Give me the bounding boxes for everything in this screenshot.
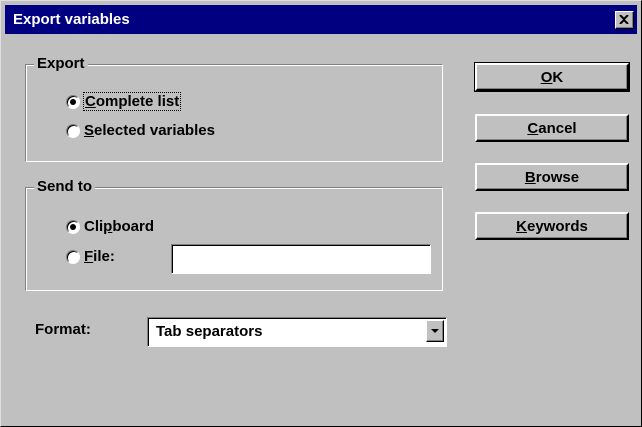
send-to-group: Send to Clipboard File: [25, 178, 443, 291]
radio-clipboard-label: Clipboard [84, 218, 155, 235]
close-x-icon [619, 15, 629, 24]
title-bar[interactable]: Export variables [5, 5, 637, 34]
radio-selected-variables-label: Selected variables [84, 122, 215, 139]
radio-selected-variables[interactable]: Selected variables [66, 122, 215, 139]
format-selected-value: Tab separators [156, 323, 263, 340]
radio-complete-list[interactable]: Complete list [66, 92, 182, 111]
cancel-button[interactable]: Cancel [475, 114, 629, 142]
format-select[interactable]: Tab separators [147, 317, 447, 347]
close-button[interactable] [615, 11, 634, 29]
format-label: Format: [35, 321, 91, 338]
radio-file-label: File: [84, 248, 115, 265]
export-group-legend: Export [34, 55, 88, 72]
dropdown-arrow-icon [431, 329, 439, 333]
file-path-input[interactable] [171, 244, 431, 274]
radio-file[interactable]: File: [66, 248, 115, 265]
radio-complete-list-label: Complete list [82, 92, 182, 111]
radio-selected-variables-button[interactable] [66, 123, 80, 138]
radio-file-button[interactable] [66, 249, 80, 264]
format-dropdown-button[interactable] [426, 320, 444, 342]
ok-button[interactable]: OK [474, 62, 630, 92]
export-group: Export Complete list Selected variables [25, 55, 443, 162]
export-variables-dialog: Export variables Export Complete list Se… [0, 0, 642, 427]
window-title: Export variables [13, 11, 130, 28]
keywords-button[interactable]: Keywords [475, 212, 629, 240]
radio-clipboard[interactable]: Clipboard [66, 218, 154, 235]
send-to-group-legend: Send to [34, 178, 95, 195]
radio-clipboard-button[interactable] [66, 219, 80, 234]
browse-button[interactable]: Browse [475, 163, 629, 191]
radio-complete-list-button[interactable] [66, 94, 80, 109]
